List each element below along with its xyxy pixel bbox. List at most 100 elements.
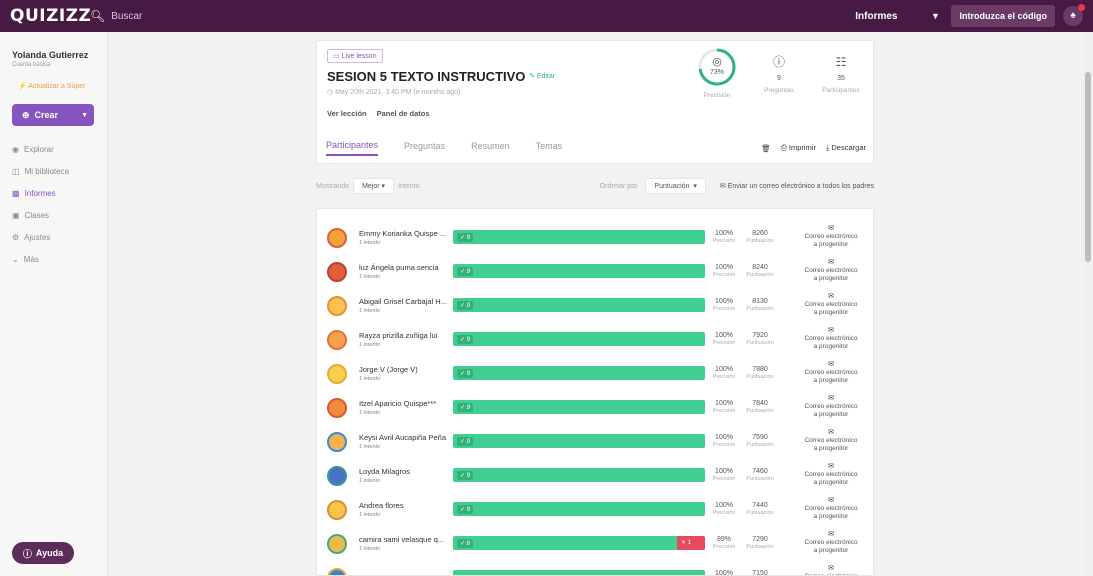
edit-link[interactable]: ✎ Editar: [529, 72, 555, 80]
score-bar[interactable]: ✓ 9: [453, 332, 705, 346]
notification-bell-icon[interactable]: ♠: [1063, 4, 1085, 26]
reports-link[interactable]: Informes: [845, 11, 919, 22]
sidebar-item-settings[interactable]: ⚙ Ajustes: [0, 226, 107, 248]
sidebar-item-label: Informes: [24, 188, 56, 198]
report-date: ◷ May 20th 2021, 3:40 PM (e months ago): [327, 89, 461, 96]
accuracy-value: 100%: [715, 366, 733, 373]
page-scrollbar[interactable]: [1083, 32, 1093, 576]
create-button[interactable]: ⊕ Crear ▼: [12, 104, 94, 126]
sort-select[interactable]: Puntuación ▾: [645, 178, 706, 194]
live-lesson-badge: ▭ Live lesson: [327, 49, 383, 63]
participant-name[interactable]: luz Ángela puma sencia: [359, 263, 439, 272]
trash-icon[interactable]: 🗑︎: [761, 144, 771, 153]
list-item[interactable]: Keysi Avril Aucapiña Peña 1 intento ✓ 9 …: [317, 425, 873, 459]
sidebar-item-library[interactable]: ◫ Mi biblioteca: [0, 160, 107, 182]
quizizz-logo[interactable]: QUIZIZZ: [10, 6, 91, 26]
score-value: 7290: [752, 536, 768, 543]
list-item[interactable]: Loyda Milagros 1 intento ✓ 9 100% Precisi…: [317, 459, 873, 493]
tab-topics[interactable]: Temas: [536, 141, 563, 155]
list-item[interactable]: camira sami velasque q... 1 intento ✓ 8 ✕…: [317, 527, 873, 561]
printer-icon: ⎙: [780, 143, 787, 152]
email-parent-button[interactable]: ✉Correo electrónico a progenitor: [803, 361, 859, 385]
sidebar-item-classes[interactable]: ▣ Clases: [0, 204, 107, 226]
scrollbar-thumb[interactable]: [1085, 72, 1091, 262]
accuracy-cell: 100%Precisión: [709, 264, 739, 278]
email-parent-button[interactable]: ✉Correo electrónico a progenitor: [803, 531, 859, 555]
participant-name[interactable]: Keysi Avril Aucapiña Peña: [359, 433, 446, 442]
enter-code-button[interactable]: Introduzca el código: [951, 5, 1055, 27]
score-bar[interactable]: ✓ 9: [453, 434, 705, 448]
participant-name[interactable]: Andrea flores: [359, 501, 404, 510]
score-bar[interactable]: ✓ 9: [453, 264, 705, 278]
showing-select[interactable]: Mejor ▾: [353, 178, 395, 194]
chevron-down-icon[interactable]: ▼: [81, 112, 88, 119]
score-bar[interactable]: ✓ 9: [453, 468, 705, 482]
score-cell: 8130 Puntuación: [743, 298, 777, 312]
email-parent-button[interactable]: ✉Correo electrónico a progenitor: [803, 565, 859, 575]
email-parent-button[interactable]: ✉Correo electrónico a progenitor: [803, 429, 859, 453]
help-button[interactable]: ⓘ Ayuda: [12, 542, 74, 564]
list-item[interactable]: Andrea flores 1 intento ✓ 9 100% Precisió…: [317, 493, 873, 527]
participant-name[interactable]: Loyda Milagros: [359, 467, 410, 476]
score-bar[interactable]: ✓ 9: [453, 230, 705, 244]
accuracy-cell: 89% Precisión: [709, 536, 739, 550]
participant-name[interactable]: Rayza prizilla zuñiga lui: [359, 331, 437, 340]
score-value: 8260: [752, 230, 768, 237]
list-item[interactable]: Jorge V (Jorge V) 1 intento ✓ 9 100% Prec…: [317, 357, 873, 391]
download-icon: ⤓: [825, 143, 830, 152]
score-cell: 7440 Puntuación: [743, 502, 777, 516]
participants-list: Emmy Korianka Quispe ... 1 intento ✓ 9 1…: [316, 208, 874, 576]
download-button[interactable]: ⤓ Descargar: [826, 143, 866, 153]
participant-name[interactable]: Itzel Aparicio Quispe***: [359, 399, 436, 408]
email-parent-button[interactable]: ✉Correo electrónico a progenitor: [803, 225, 859, 249]
score-bar[interactable]: ✓ 9: [453, 298, 705, 312]
envelope-icon: ✉: [828, 395, 834, 402]
tab-summary[interactable]: Resumen: [471, 141, 510, 155]
email-parent-button[interactable]: ✉Correo electrónico a progenitor: [803, 293, 859, 317]
list-item[interactable]: Abigail Grisel Carbajal H... 1 intento ✓…: [317, 289, 873, 323]
score-bar[interactable]: ✓ 9: [453, 502, 705, 516]
participant-name[interactable]: Jorge V (Jorge V): [359, 365, 418, 374]
sidebar-item-reports[interactable]: ▩ Informes: [0, 182, 107, 204]
participant-name[interactable]: Abigail Grisel Carbajal H...: [359, 297, 447, 306]
email-parent-button[interactable]: ✉Correo electrónico a progenitor: [803, 497, 859, 521]
tab-participants[interactable]: Participantes: [326, 140, 379, 156]
correct-count-tag: ✓ 9: [457, 369, 474, 378]
score-bar[interactable]: ✓ 8 ✕ 1: [453, 536, 705, 550]
upgrade-link[interactable]: ⚡ Actualizar a Súper: [18, 82, 107, 90]
email-parent-button[interactable]: ✉Correo electrónico a progenitor: [803, 327, 859, 351]
accuracy-value: 100%: [715, 332, 733, 339]
questions-label: Preguntas: [764, 87, 794, 94]
email-parent-button[interactable]: ✉Correo electrónico a progenitor: [803, 463, 859, 487]
envelope-icon: ✉: [828, 463, 834, 470]
search-bar[interactable]: 🔍︎ Buscar: [90, 9, 142, 23]
score-bar[interactable]: [453, 570, 705, 575]
participant-name[interactable]: Emmy Korianka Quispe ...: [359, 229, 446, 238]
score-bar[interactable]: ✓ 9: [453, 400, 705, 414]
sidebar-item-explore[interactable]: ◉ Explorar: [0, 138, 107, 160]
email-parent-button[interactable]: ✉Correo electrónico a progenitor: [803, 395, 859, 419]
sidebar-item-more[interactable]: ⌄ Más: [0, 248, 107, 270]
print-button[interactable]: ⎙ Imprimir: [781, 143, 816, 153]
list-item[interactable]: Emmy Korianka Quispe ... 1 intento ✓ 9 1…: [317, 221, 873, 255]
tab-questions[interactable]: Preguntas: [404, 141, 445, 155]
list-item[interactable]: Rayza prizilla zuñiga lui 1 intento ✓ 9 …: [317, 323, 873, 357]
score-value: 7590: [752, 434, 768, 441]
score-value: 7440: [752, 502, 768, 509]
participant-name[interactable]: camira sami velasque q...: [359, 535, 444, 544]
list-item[interactable]: luz Ángela puma sencia 1 intento ✓ 9 100…: [317, 255, 873, 289]
chevron-down-icon[interactable]: ▼: [927, 11, 943, 21]
search-input[interactable]: Buscar: [111, 11, 142, 22]
target-icon: ◎: [712, 56, 722, 68]
sidebar: Yolanda Gutierrez Cuenta básica ⚡ Actual…: [0, 32, 108, 576]
data-panel-link[interactable]: Panel de datos: [377, 109, 430, 118]
avatar: [327, 432, 347, 452]
score-bar[interactable]: ✓ 9: [453, 366, 705, 380]
view-lesson-link[interactable]: Ver lección: [327, 109, 367, 118]
accuracy-value: 73%: [709, 69, 724, 76]
list-item[interactable]: Itzel Aparicio Quispe*** 1 intento ✓ 9 1…: [317, 391, 873, 425]
topbar-actions: Informes ▼ Introduzca el código ♠: [845, 0, 1085, 32]
email-parent-button[interactable]: ✉Correo electrónico a progenitor: [803, 259, 859, 283]
list-item[interactable]: 1 intento 100%Precisión 7150Puntuación ✉…: [317, 561, 873, 575]
email-all-parents-link[interactable]: ✉ Enviar un correo electrónico a todos l…: [720, 182, 874, 190]
